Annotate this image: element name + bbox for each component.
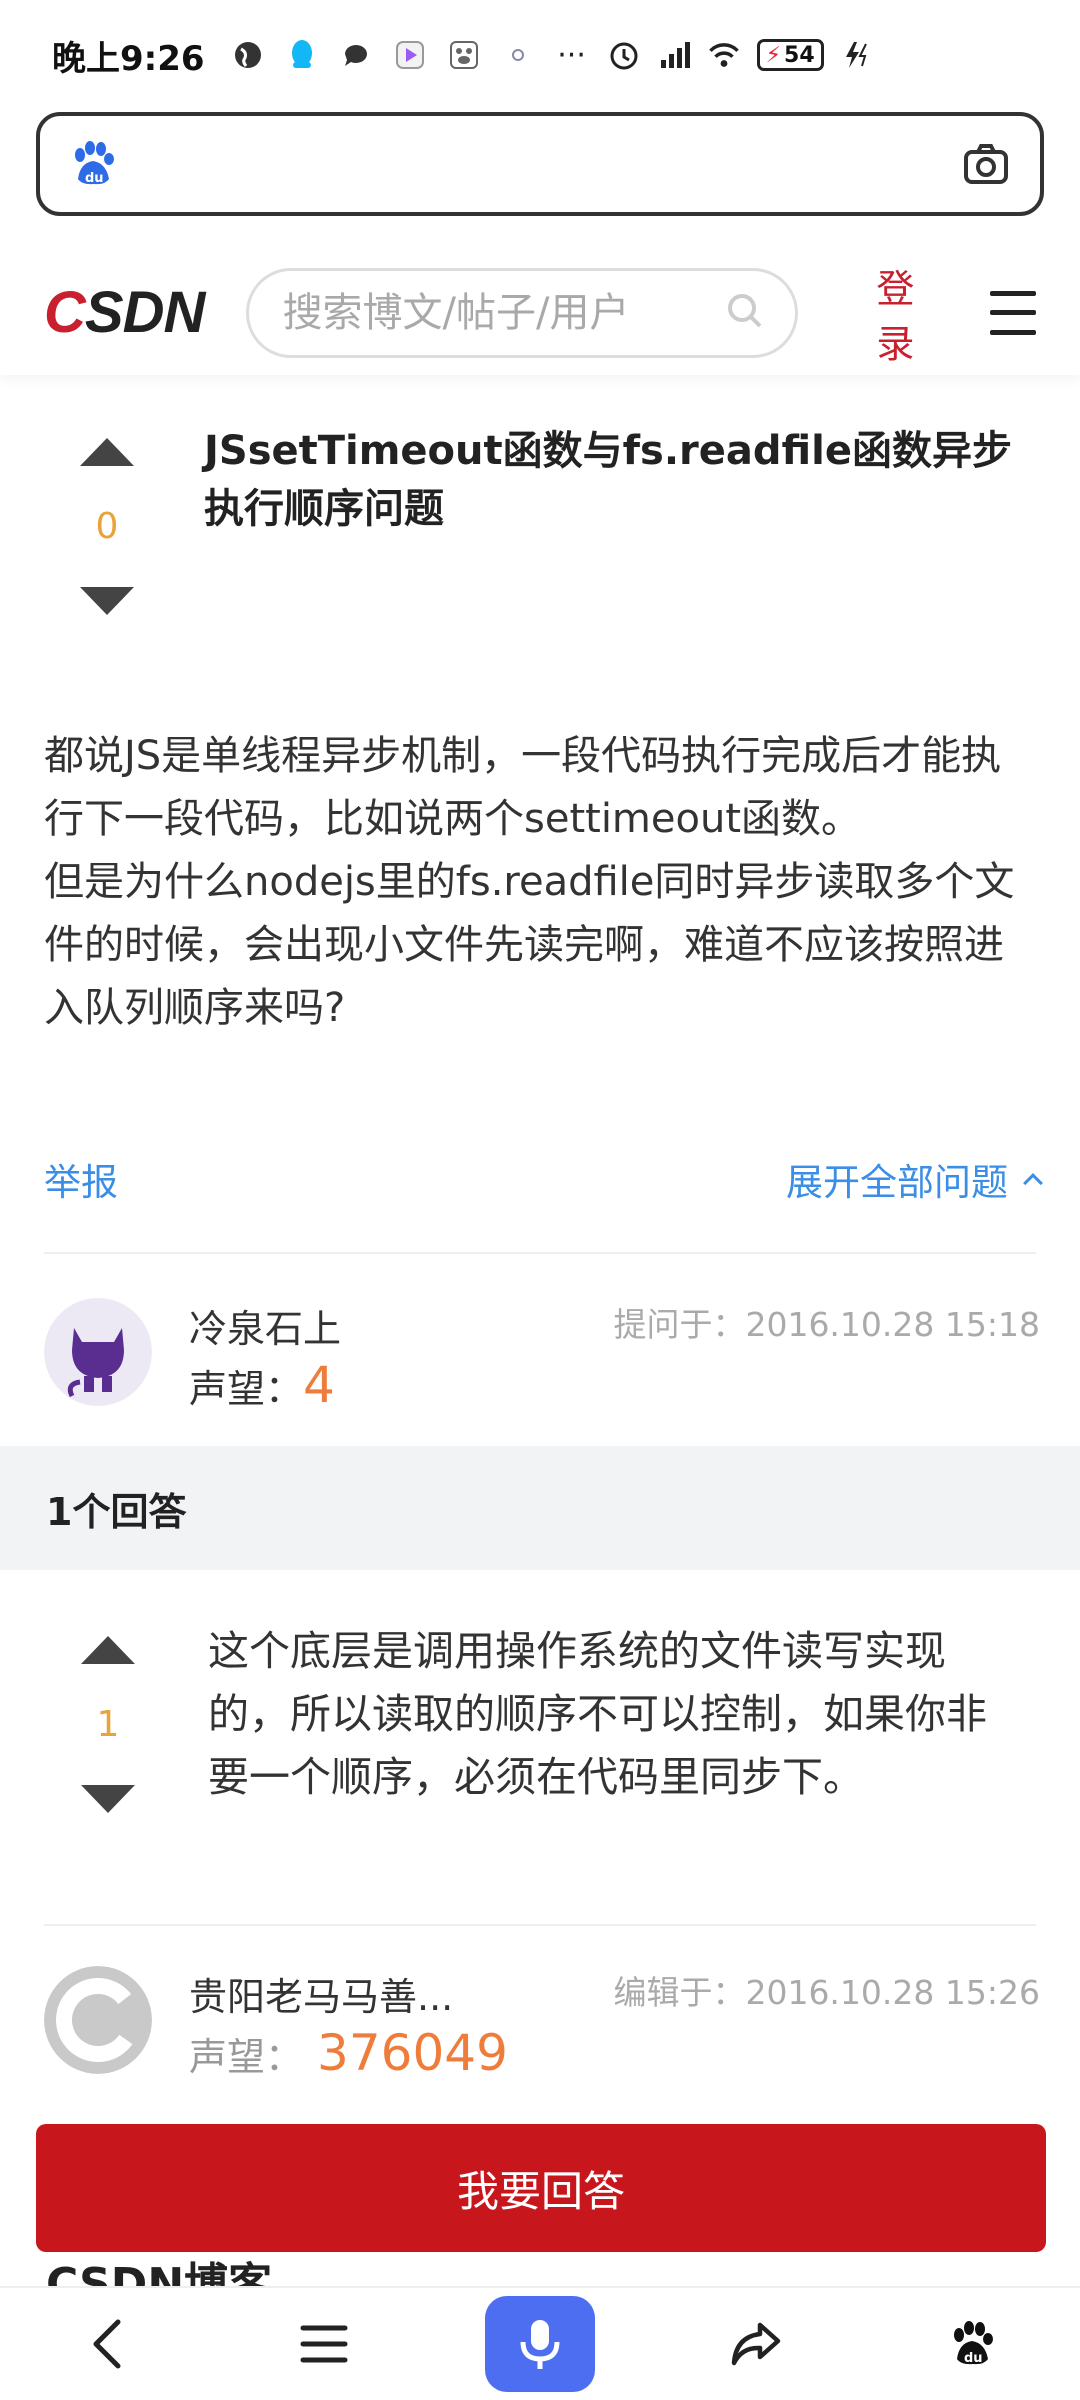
camera-search-icon[interactable] — [960, 138, 1012, 190]
author-reputation: 声望： 376049 — [189, 2024, 508, 2082]
browser-bottom-nav: du — [0, 2286, 1080, 2400]
csdn-search-input[interactable] — [282, 289, 703, 336]
system-icons: ⚡ 54 — [607, 38, 874, 72]
battery-level: 54 — [784, 42, 815, 68]
qq-icon — [285, 38, 319, 72]
question-title: JSsetTimeout函数与fs.readfile函数异步执行顺序问题 — [204, 428, 1013, 532]
divider — [44, 1252, 1036, 1254]
svg-text:du: du — [964, 2351, 983, 2366]
answers-count-header: 1个回答 — [0, 1446, 1080, 1570]
signal-icon — [657, 38, 691, 72]
menu-icon[interactable] — [269, 2296, 379, 2392]
more-dots-icon: ··· — [557, 37, 586, 73]
fast-charge-icon — [840, 38, 874, 72]
alarm-icon — [607, 38, 641, 72]
divider — [44, 1924, 1036, 1926]
battery-indicator: ⚡ 54 — [756, 39, 824, 71]
write-answer-button[interactable]: 我要回答 — [36, 2124, 1046, 2252]
baidu-paw-icon[interactable]: du — [917, 2296, 1027, 2392]
baidu-small-icon — [447, 38, 481, 72]
avatar[interactable] — [44, 1298, 152, 1406]
wifi-icon — [707, 38, 741, 72]
downvote-arrow-icon[interactable] — [81, 1785, 135, 1813]
hamburger-menu-icon[interactable] — [990, 290, 1036, 335]
answer-vote-count: 1 — [96, 1704, 120, 1745]
edited-time: 编辑于：2016.10.28 15:26 — [613, 1973, 1040, 2012]
author-name[interactable]: 冷泉石上 — [189, 1298, 341, 1353]
report-link[interactable]: 举报 — [44, 1152, 118, 1206]
author-reputation: 声望： 4 — [189, 1356, 335, 1414]
question-vote-count: 0 — [95, 506, 119, 547]
answer-body: 这个底层是调用操作系统的文件读写实现的，所以读取的顺序不可以控制，如果你非要一个… — [208, 1627, 987, 1801]
question-actions: 举报 展开全部问题 — [44, 1152, 1043, 1206]
expand-label: 展开全部问题 — [786, 1161, 1008, 1204]
upvote-arrow-icon[interactable] — [80, 438, 134, 466]
search-icon[interactable] — [725, 291, 765, 335]
downvote-arrow-icon[interactable] — [80, 587, 134, 615]
avatar[interactable] — [44, 1966, 152, 2074]
answer-author: 贵阳老马马善... 声望： 376049 编辑于：2016.10.28 15:26 — [44, 1966, 1040, 2082]
share-icon[interactable] — [701, 2296, 811, 2392]
status-time: 晚上9:26 — [52, 38, 205, 79]
csdn-search-box[interactable] — [245, 267, 799, 358]
question-vote: 0 — [77, 438, 137, 615]
notification-icons: ··· — [231, 37, 589, 73]
answer-vote: 1 — [78, 1636, 138, 1813]
chat-bubble-icon — [339, 38, 373, 72]
back-icon[interactable] — [53, 2296, 163, 2392]
video-play-icon — [393, 38, 427, 72]
dot-icon — [501, 38, 535, 72]
expand-question-link[interactable]: 展开全部问题 — [786, 1152, 1043, 1206]
svg-text:du: du — [85, 171, 104, 186]
microphone-icon[interactable] — [485, 2296, 595, 2392]
baidu-logo-icon: du — [68, 139, 118, 189]
csdn-logo[interactable]: CSDN — [44, 279, 214, 346]
question-body: 都说JS是单线程异步机制，一段代码执行完成后才能执行下一段代码，比如说两个set… — [44, 733, 1015, 1031]
login-link[interactable]: 登录 — [876, 258, 952, 368]
csdn-header: CSDN 登录 — [0, 250, 1080, 375]
upvote-arrow-icon[interactable] — [81, 1636, 135, 1664]
author-name[interactable]: 贵阳老马马善... — [189, 1966, 453, 2021]
browser-search-bar[interactable]: du — [36, 112, 1044, 216]
asked-time: 提问于：2016.10.28 15:18 — [613, 1305, 1040, 1344]
chevron-up-icon — [1023, 1173, 1043, 1193]
charging-icon: ⚡ — [765, 42, 782, 68]
status-bar: 晚上9:26 ··· ⚡ 54 — [0, 0, 1080, 110]
question-author: 冷泉石上 声望： 4 提问于：2016.10.28 15:18 — [44, 1298, 1040, 1414]
globe-icon — [231, 38, 265, 72]
